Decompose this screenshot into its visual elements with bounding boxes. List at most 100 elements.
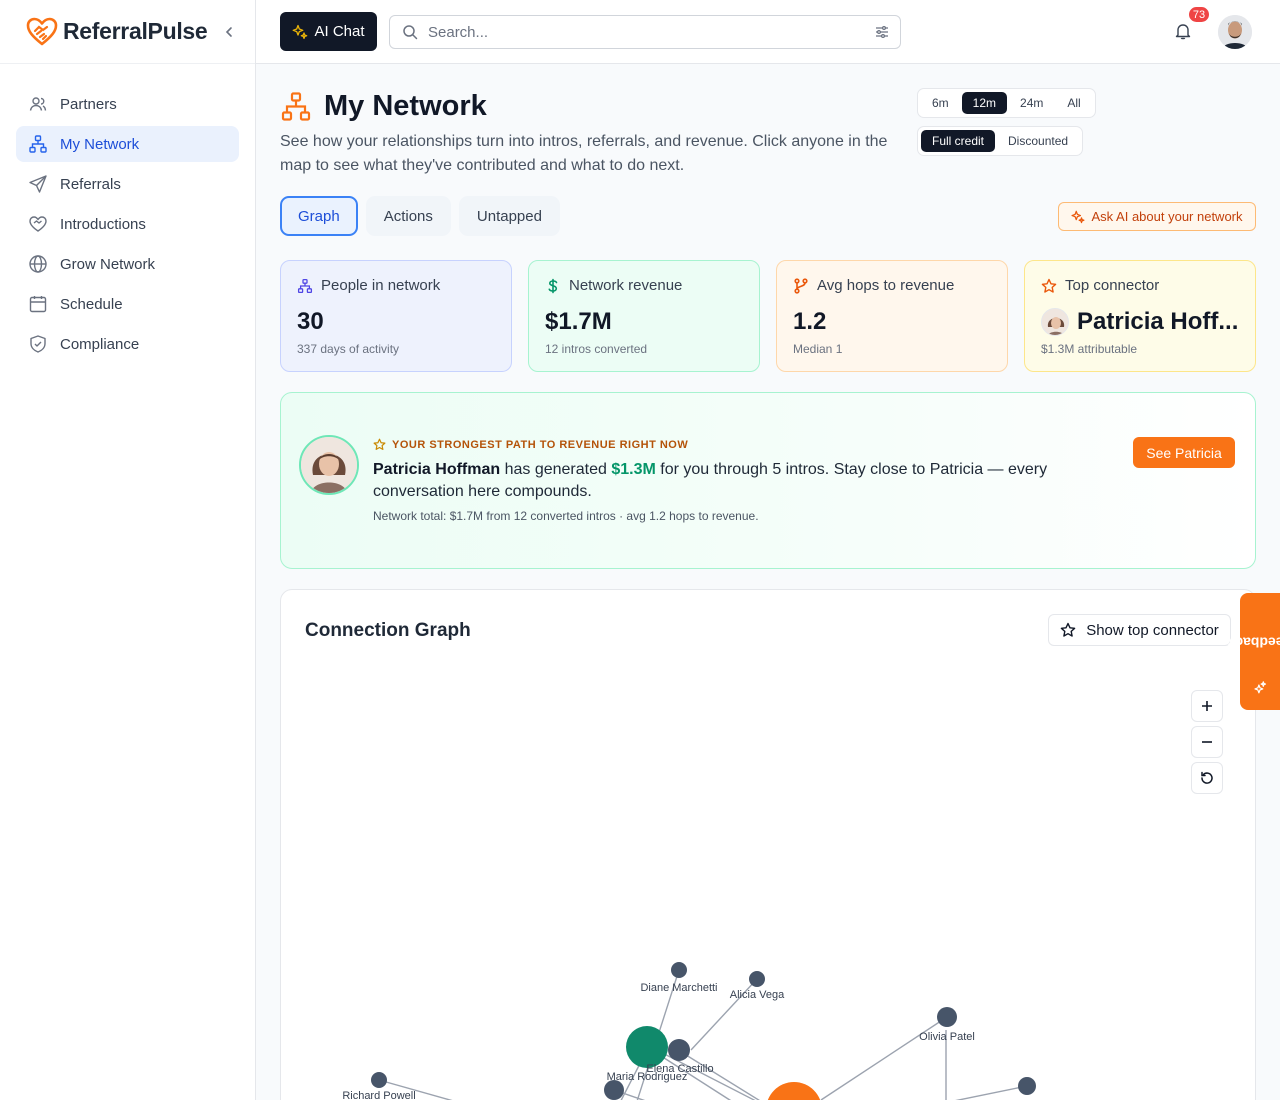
time-range-selector: 6m 12m 24m All [917, 88, 1096, 118]
zoom-out-button[interactable] [1191, 726, 1223, 758]
stat-label: Avg hops to revenue [817, 277, 955, 294]
collapse-sidebar-button[interactable] [219, 22, 239, 42]
graph-node-olivia-patel[interactable] [937, 1007, 957, 1027]
insight-text: has generated [500, 461, 612, 478]
sidebar-item-schedule[interactable]: Schedule [16, 286, 239, 322]
sidebar-item-label: Grow Network [60, 255, 156, 273]
patricia-avatar[interactable] [299, 435, 359, 495]
range-option-12m[interactable]: 12m [961, 92, 1008, 114]
stat-sub: 12 intros converted [545, 342, 648, 356]
stat-card-revenue[interactable]: Network revenue $1.7M 12 intros converte… [528, 260, 760, 372]
sidebar-item-partners[interactable]: Partners [16, 86, 239, 122]
brand: ReferralPulse [0, 0, 255, 64]
see-patricia-button[interactable]: See Patricia [1133, 437, 1235, 468]
graph-node-richard-powell[interactable] [371, 1072, 387, 1088]
network-icon [29, 135, 47, 153]
credit-option-full[interactable]: Full credit [921, 130, 996, 152]
feedback-label: Feedback [1227, 634, 1280, 650]
sidebar-item-label: Compliance [60, 335, 140, 353]
star-icon [1041, 278, 1057, 293]
page-subtitle: See how your relationships turn into int… [280, 133, 888, 174]
reset-view-button[interactable] [1191, 762, 1223, 794]
insight-eyebrow-text: YOUR STRONGEST PATH TO REVENUE RIGHT NOW [392, 438, 689, 451]
notification-badge: 73 [1188, 6, 1210, 23]
sidebar-item-my-network[interactable]: My Network [16, 126, 239, 162]
heart-handshake-logo-icon [26, 17, 58, 45]
stat-sub: $1.3M attributable [1041, 342, 1138, 356]
insight-message: Patricia Hoffman has generated $1.3M for… [373, 459, 1093, 503]
globe-icon [29, 255, 47, 273]
range-option-6m[interactable]: 6m [921, 92, 960, 114]
bell-icon[interactable] [1174, 22, 1192, 40]
view-tabs: Graph Actions Untapped [280, 196, 560, 236]
graph-node-label: Alicia Vega [730, 989, 785, 1001]
graph-node[interactable] [1018, 1077, 1036, 1095]
network-icon [281, 91, 311, 121]
graph-node-maria-rodriguez[interactable] [626, 1026, 668, 1068]
sidebar: ReferralPulse Partners My Network Referr… [0, 0, 256, 1100]
show-top-connector-button[interactable]: Show top connector [1048, 614, 1231, 646]
handshake-icon [29, 216, 47, 232]
graph-node-alicia-vega[interactable] [749, 971, 765, 987]
graph-node[interactable] [604, 1080, 624, 1100]
range-option-24m[interactable]: 24m [1009, 92, 1054, 114]
graph-node-label: Maria Rodriguez [607, 1071, 688, 1083]
stat-value: 30 [297, 308, 324, 335]
sidebar-item-introductions[interactable]: Introductions [16, 206, 239, 242]
user-avatar[interactable] [1218, 15, 1252, 49]
stat-label: Network revenue [569, 277, 683, 294]
strongest-path-card: YOUR STRONGEST PATH TO REVENUE RIGHT NOW… [280, 392, 1256, 569]
credit-option-discounted[interactable]: Discounted [997, 130, 1079, 152]
search-input[interactable] [428, 23, 848, 41]
main-content: My Network See how your relationships tu… [256, 64, 1280, 1100]
graph-edge [613, 1089, 646, 1100]
graph-node-label: Olivia Patel [919, 1031, 975, 1043]
stat-value: 1.2 [793, 308, 827, 335]
sparkles-icon [1254, 680, 1266, 693]
sidebar-item-compliance[interactable]: Compliance [16, 326, 239, 362]
tab-untapped[interactable]: Untapped [458, 196, 560, 236]
shield-icon [30, 335, 46, 353]
feedback-tab[interactable]: Feedback [1228, 593, 1280, 710]
stat-sub: Median 1 [793, 342, 843, 356]
ai-chat-label: AI Chat [314, 23, 365, 40]
graph-edge [820, 1016, 948, 1100]
stat-sub: 337 days of activity [297, 342, 400, 356]
search-box [389, 15, 901, 49]
insight-eyebrow: YOUR STRONGEST PATH TO REVENUE RIGHT NOW [373, 438, 688, 451]
network-icon [297, 278, 313, 293]
git-branch-icon [794, 277, 808, 294]
sparkles-icon [293, 24, 308, 39]
stat-card-people[interactable]: People in network 30 337 days of activit… [280, 260, 512, 372]
chevron-left-icon [225, 27, 232, 37]
sidebar-item-label: Referrals [60, 175, 121, 193]
sidebar-item-referrals[interactable]: Referrals [16, 166, 239, 202]
graph-node-hub[interactable] [766, 1082, 822, 1100]
ask-ai-button[interactable]: Ask AI about your network [1058, 202, 1256, 231]
user-photo-icon [1218, 15, 1252, 49]
range-option-all[interactable]: All [1056, 92, 1091, 114]
graph-node-label: Diane Marchetti [640, 982, 717, 994]
zoom-in-button[interactable] [1191, 690, 1223, 722]
stat-value: $1.7M [545, 308, 612, 335]
search-icon [403, 25, 418, 40]
ai-chat-button[interactable]: AI Chat [280, 12, 377, 51]
stat-card-hops[interactable]: Avg hops to revenue 1.2 Median 1 [776, 260, 1008, 372]
sliders-icon[interactable] [874, 24, 890, 40]
graph-node-diane-marchetti[interactable] [671, 962, 687, 978]
graph-node-elena-castillo[interactable] [668, 1039, 690, 1061]
tab-actions[interactable]: Actions [365, 196, 451, 236]
tab-graph[interactable]: Graph [280, 196, 358, 236]
credit-mode-selector: Full credit Discounted [917, 126, 1084, 156]
connector-avatar [1041, 308, 1069, 336]
stat-label: People in network [321, 277, 441, 294]
calendar-icon [29, 296, 47, 313]
insight-name[interactable]: Patricia Hoffman [373, 461, 500, 478]
sidebar-item-label: Schedule [60, 295, 123, 313]
connection-graph-canvas[interactable]: Diane Marchetti Alicia Vega Olivia Patel… [281, 590, 1256, 1100]
stats-row: People in network 30 337 days of activit… [280, 260, 1256, 372]
sidebar-item-grow-network[interactable]: Grow Network [16, 246, 239, 282]
stat-card-top-connector[interactable]: Top connector Patricia Hoff... $1.3M att… [1024, 260, 1256, 372]
insight-amount: $1.3M [611, 461, 656, 478]
person-photo-icon [1042, 309, 1068, 335]
